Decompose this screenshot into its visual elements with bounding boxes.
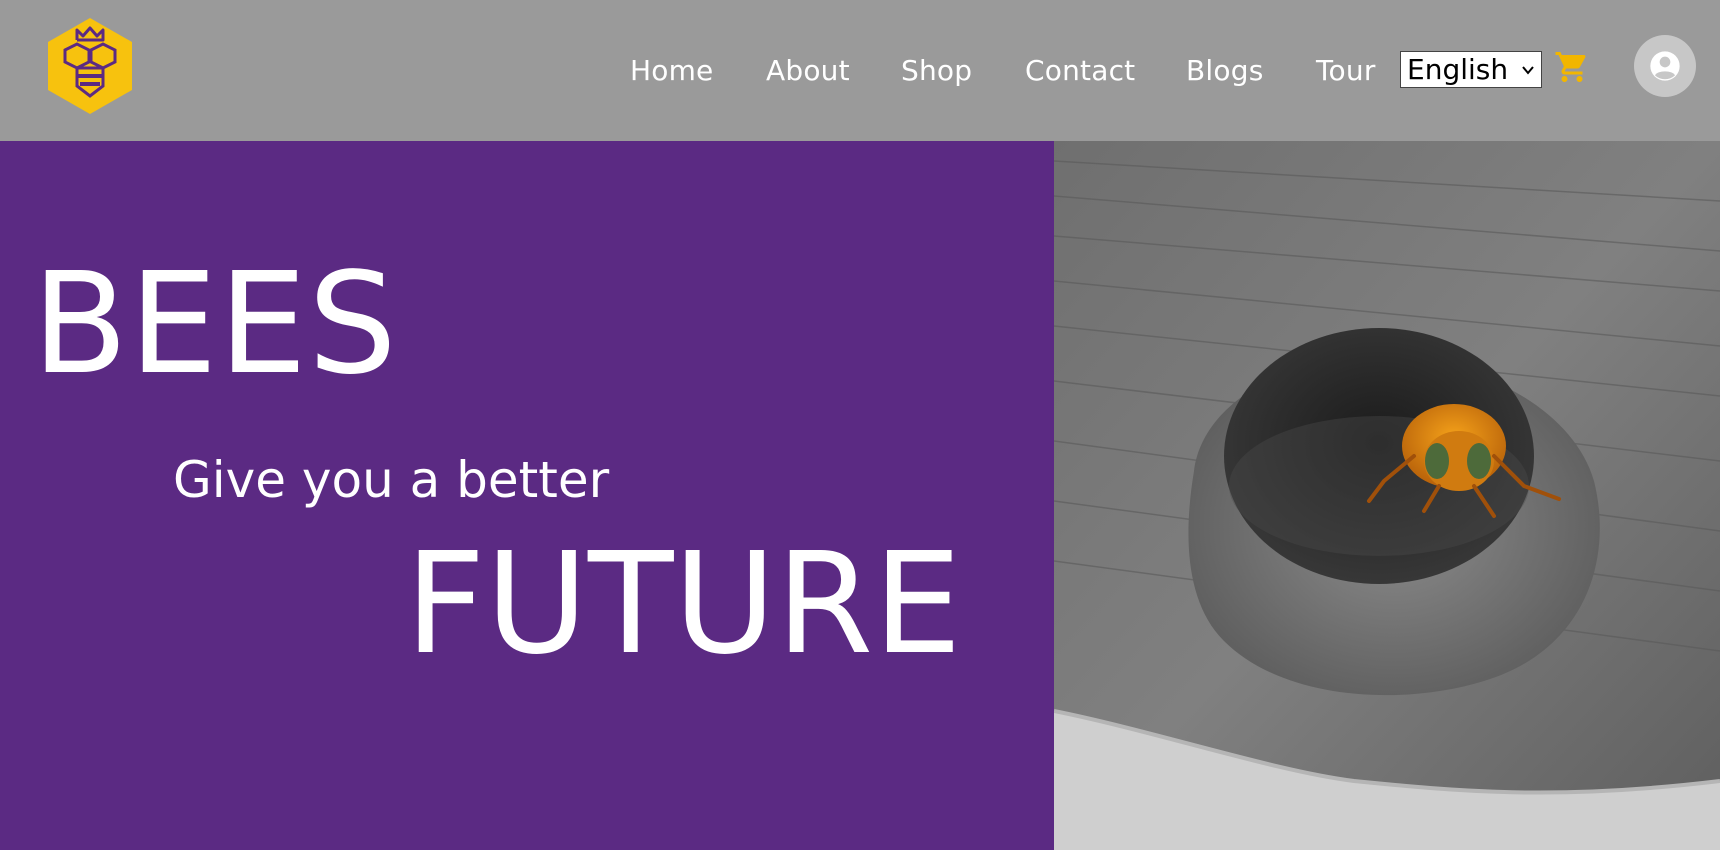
hero-subtitle: Give you a better — [173, 451, 610, 509]
language-select-value: English — [1407, 52, 1509, 86]
cart-button[interactable] — [1554, 49, 1590, 85]
hero-image — [1054, 141, 1720, 850]
user-circle-icon — [1650, 51, 1680, 81]
site-header: Home About Shop Contact Blogs Tour Engli… — [0, 0, 1720, 141]
language-select[interactable]: English — [1400, 51, 1542, 88]
nav-home-link[interactable]: Home — [630, 54, 714, 87]
nav-contact-link[interactable]: Contact — [1025, 54, 1135, 87]
nav-shop-link[interactable]: Shop — [901, 54, 972, 87]
shopping-cart-icon — [1555, 52, 1586, 82]
nav-tour-link[interactable]: Tour — [1316, 54, 1376, 87]
nav-about-link[interactable]: About — [766, 54, 850, 87]
queen-bee-logo-icon — [48, 18, 132, 114]
bee-in-wood-hole-photo-icon — [1054, 141, 1720, 850]
logo[interactable] — [45, 16, 135, 116]
hero-title: BEES — [32, 243, 398, 406]
chevron-down-icon — [1522, 65, 1534, 75]
hero-highlight: FUTURE — [405, 523, 962, 686]
account-button[interactable] — [1634, 35, 1696, 97]
nav-blogs-link[interactable]: Blogs — [1186, 54, 1263, 87]
